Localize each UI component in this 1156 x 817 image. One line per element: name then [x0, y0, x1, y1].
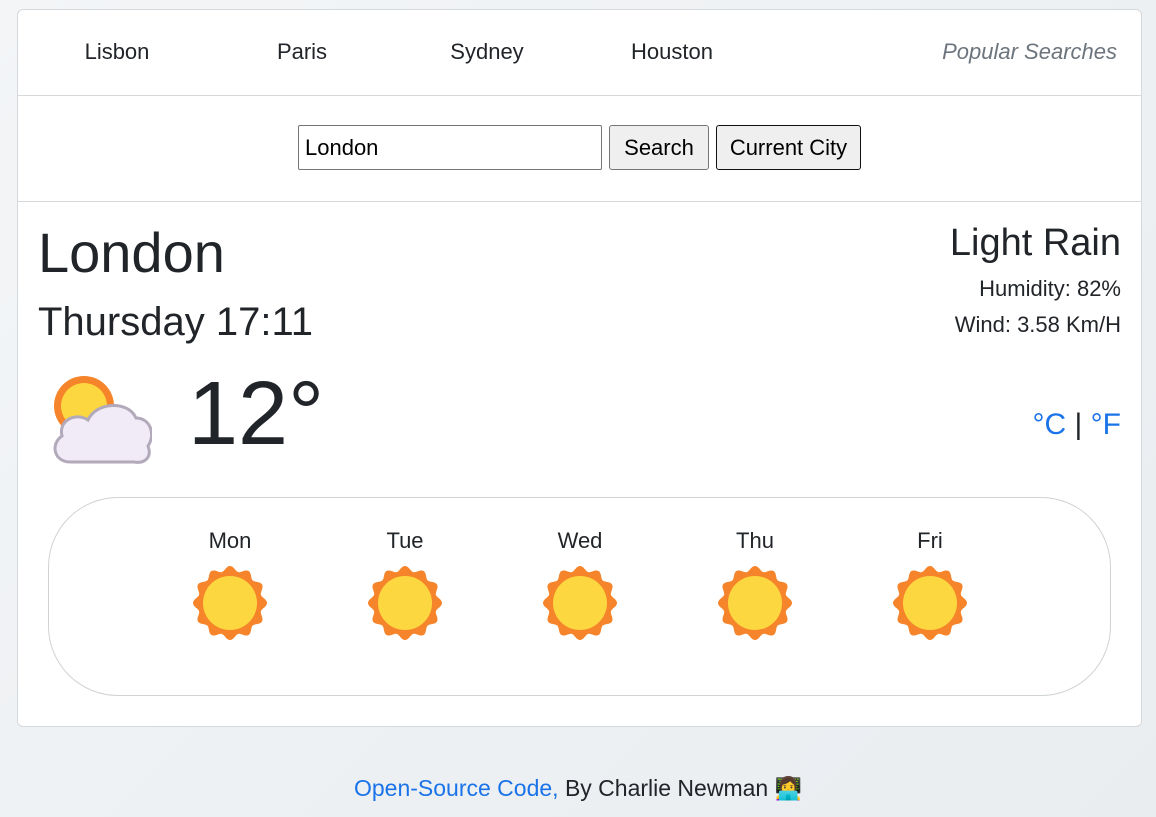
source-code-link[interactable]: Open-Source Code,	[354, 775, 559, 801]
humidity-value: Humidity: 82%	[979, 276, 1121, 301]
current-temperature: 12°	[188, 364, 325, 464]
unit-separator: |	[1074, 408, 1083, 441]
technologist-emoji-icon: 👩‍💻	[774, 776, 802, 801]
footer: Open-Source Code, By Charlie Newman 👩‍💻	[0, 775, 1156, 802]
forecast-panel: Mon Tue Wed Thu Fri	[48, 497, 1111, 696]
celsius-link[interactable]: °C	[1033, 408, 1067, 441]
unit-toggle: °C | °F	[1033, 408, 1121, 442]
forecast-day: Fri	[880, 498, 980, 640]
sun-icon	[543, 566, 617, 640]
current-city-button[interactable]: Current City	[716, 125, 861, 170]
forecast-day-name: Tue	[386, 528, 424, 553]
popular-searches-bar: Lisbon Paris Sydney Houston Popular Sear…	[18, 10, 1141, 96]
weather-description: Light Rain	[949, 222, 1121, 264]
popular-city-houston[interactable]: Houston	[631, 39, 713, 65]
wind-value: Wind: 3.58 Km/H	[954, 312, 1121, 337]
city-name: London	[38, 221, 225, 284]
sun-icon	[718, 566, 792, 640]
popular-city-lisbon[interactable]: Lisbon	[85, 39, 150, 65]
popular-city-sydney[interactable]: Sydney	[450, 39, 523, 65]
forecast-day-name: Fri	[917, 528, 943, 553]
fahrenheit-link[interactable]: °F	[1091, 408, 1121, 441]
search-button[interactable]: Search	[609, 125, 709, 170]
sun-icon	[893, 566, 967, 640]
forecast-day-name: Thu	[736, 528, 774, 553]
forecast-day: Mon	[180, 498, 280, 640]
forecast-day-name: Mon	[208, 528, 252, 553]
popular-searches-title: Popular Searches	[942, 39, 1117, 64]
footer-author: By Charlie Newman	[558, 775, 775, 801]
forecast-day: Tue	[355, 498, 455, 640]
partly-cloudy-icon	[53, 376, 152, 464]
city-search-input[interactable]	[298, 125, 602, 170]
sun-icon	[368, 566, 442, 640]
popular-city-paris[interactable]: Paris	[277, 39, 327, 65]
forecast-day: Wed	[530, 498, 630, 640]
forecast-day: Thu	[705, 498, 805, 640]
search-form: Search Current City	[18, 96, 1141, 202]
forecast-day-name: Wed	[557, 528, 603, 553]
current-datetime: Thursday 17:11	[38, 300, 313, 344]
weather-card: Lisbon Paris Sydney Houston Popular Sear…	[17, 9, 1142, 727]
sun-icon	[193, 566, 267, 640]
